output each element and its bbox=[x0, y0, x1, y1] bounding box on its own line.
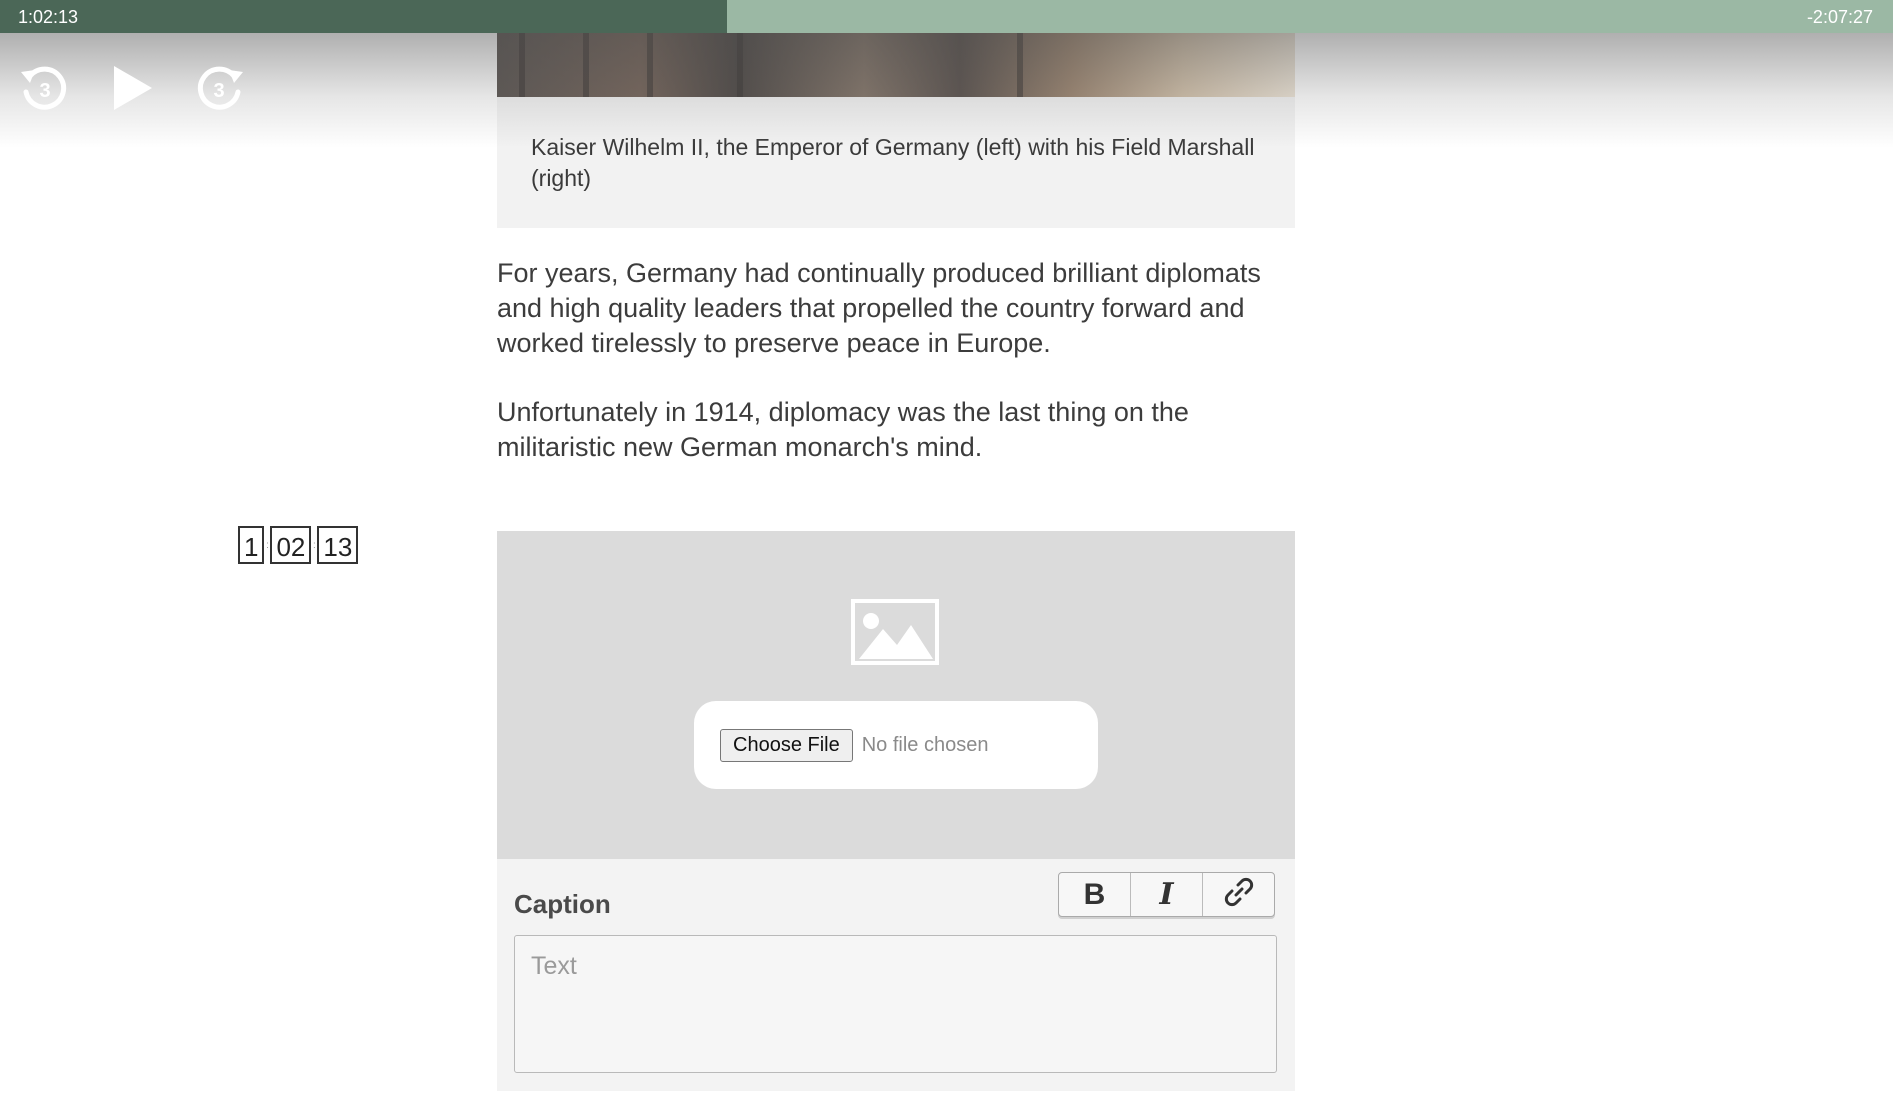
italic-button[interactable]: I bbox=[1131, 873, 1203, 916]
caption-text-field[interactable] bbox=[514, 935, 1277, 1073]
link-button[interactable] bbox=[1203, 873, 1274, 916]
image-upload-area[interactable]: Choose File No file chosen bbox=[497, 531, 1295, 859]
playback-controls: 3 3 bbox=[18, 58, 246, 118]
forward-seconds-label: 3 bbox=[213, 80, 224, 102]
article-paragraph: Unfortunately in 1914, diplomacy was the… bbox=[497, 397, 1189, 462]
link-icon bbox=[1223, 876, 1255, 913]
article-body: For years, Germany had continually produ… bbox=[497, 256, 1287, 499]
file-status: No file chosen bbox=[861, 733, 989, 756]
italic-icon: I bbox=[1159, 877, 1174, 912]
rewind-seconds-label: 3 bbox=[39, 80, 50, 102]
play-icon[interactable] bbox=[110, 63, 154, 113]
file-input[interactable]: Choose File No file chosen bbox=[694, 701, 1098, 789]
image-caption-box: Kaiser Wilhelm II, the Emperor of German… bbox=[497, 97, 1295, 228]
format-toolbar: B I bbox=[1058, 872, 1275, 917]
timestamp-seconds: 13 bbox=[317, 526, 359, 564]
timestamp-hours: 1 bbox=[238, 526, 265, 564]
progress-fill bbox=[0, 0, 727, 33]
bold-button[interactable]: B bbox=[1059, 873, 1131, 916]
timestamp-minutes: 02 bbox=[270, 526, 312, 564]
forward-3-icon[interactable]: 3 bbox=[194, 62, 246, 114]
article-image bbox=[497, 33, 1295, 97]
image-caption: Kaiser Wilhelm II, the Emperor of German… bbox=[531, 134, 1255, 191]
caption-editor: Caption B I bbox=[497, 859, 1295, 1091]
caption-label: Caption bbox=[514, 889, 611, 919]
image-placeholder-icon bbox=[851, 599, 939, 670]
rewind-3-icon[interactable]: 3 bbox=[18, 62, 70, 114]
remaining-time: -2:07:27 bbox=[1806, 7, 1873, 27]
choose-file-button[interactable]: Choose File bbox=[720, 728, 853, 762]
progress-bar[interactable]: 1:02:13 -2:07:27 bbox=[0, 0, 1893, 33]
article-paragraph: For years, Germany had continually produ… bbox=[497, 258, 1261, 358]
elapsed-time: 1:02:13 bbox=[18, 7, 79, 27]
bold-icon: B bbox=[1083, 877, 1106, 911]
timestamp-boxes: 1 : 02 : 13 bbox=[238, 526, 359, 564]
